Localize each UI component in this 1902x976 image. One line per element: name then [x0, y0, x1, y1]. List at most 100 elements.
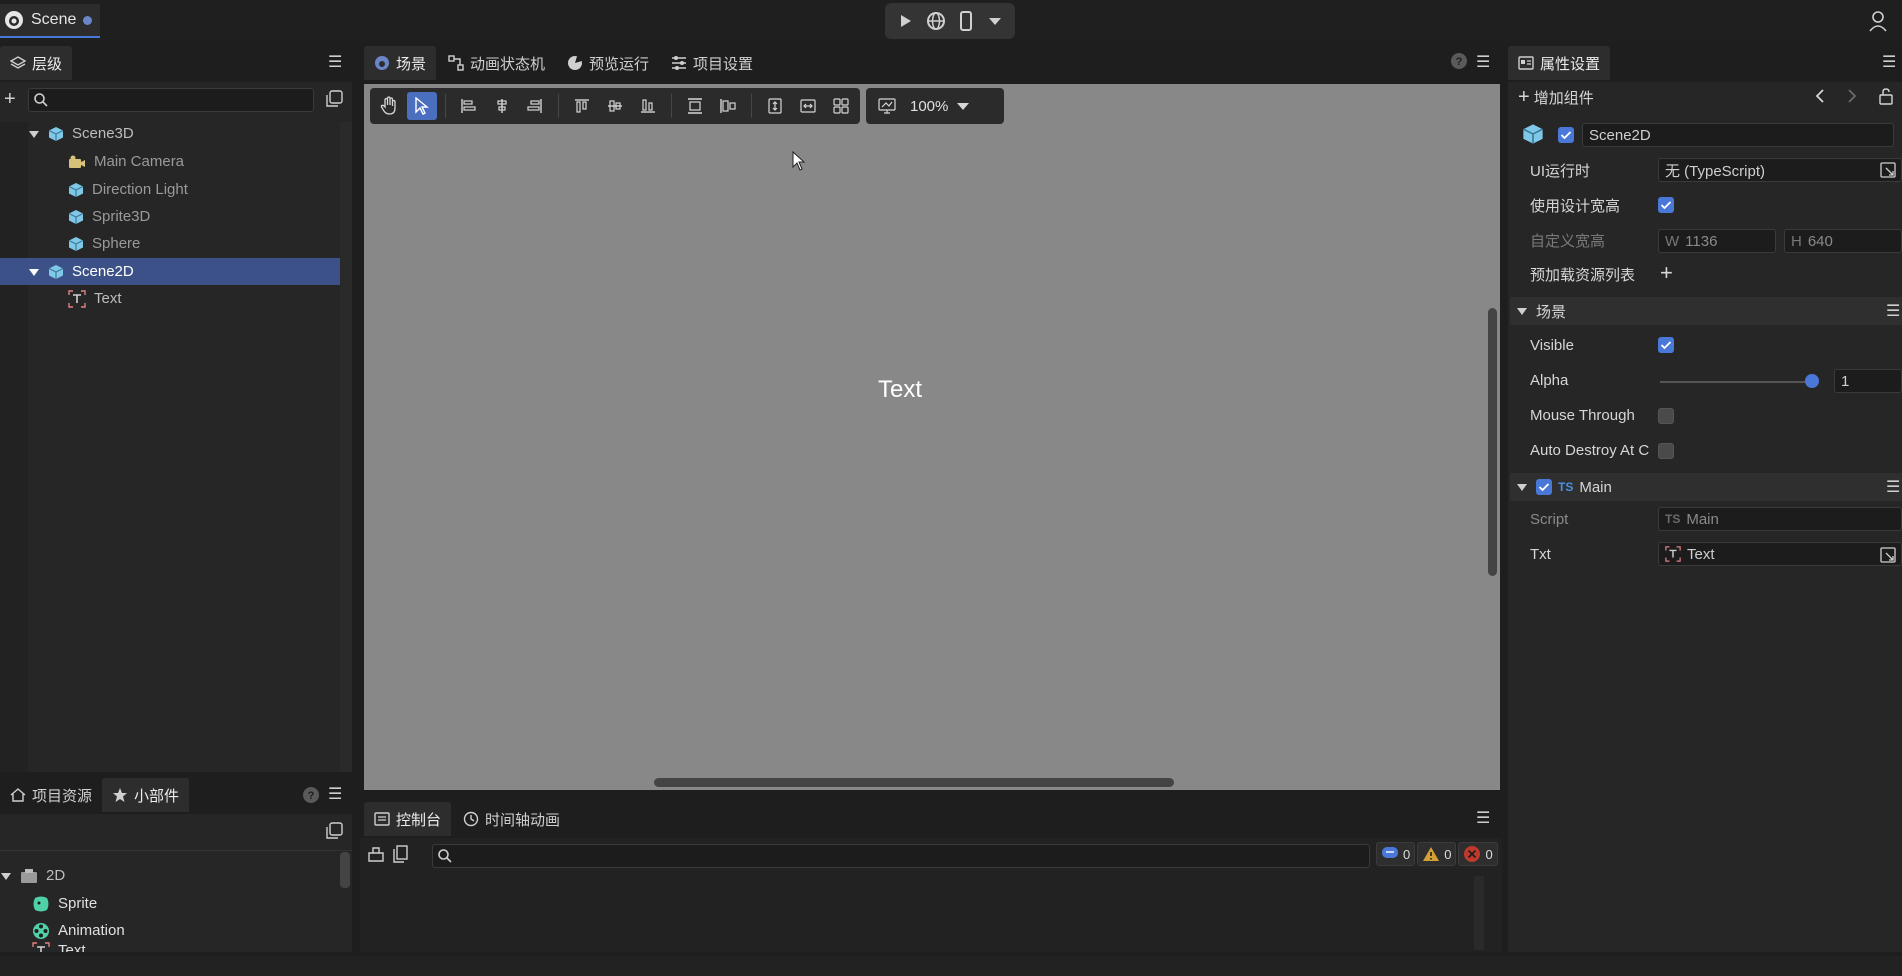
tab-hierarchy[interactable]: 层级	[0, 46, 73, 80]
run-options-chevron-icon[interactable]	[987, 15, 1003, 27]
main-script-enabled-checkbox[interactable]	[1536, 479, 1552, 495]
chevron-left-icon[interactable]	[1814, 88, 1826, 104]
add-component-button[interactable]: + 增加组件	[1518, 86, 1594, 109]
main-script-section-header[interactable]: TS Main ☰	[1510, 473, 1902, 501]
tab-timeline-animation[interactable]: 时间轴动画	[453, 802, 570, 836]
help-icon[interactable]: ?	[1450, 52, 1468, 70]
txt-field[interactable]: Text	[1658, 542, 1902, 566]
warning-filter-button[interactable]: 0	[1417, 842, 1457, 866]
tab-inspector[interactable]: 属性设置	[1508, 46, 1611, 80]
console-scrollbar[interactable]	[1474, 876, 1484, 950]
typescript-badge-icon: TS	[1665, 512, 1681, 526]
mouse-through-checkbox[interactable]	[1658, 408, 1674, 424]
tab-scene[interactable]: 场景	[364, 46, 437, 80]
auto-destroy-checkbox[interactable]	[1658, 443, 1674, 459]
copy-panel-icon[interactable]	[324, 821, 344, 841]
distribute-horizontal-button[interactable]	[713, 92, 742, 120]
help-icon[interactable]: ?	[302, 786, 320, 804]
height-input[interactable]: H 640	[1784, 229, 1902, 253]
tree-item-scene2d[interactable]: Scene2D	[0, 258, 340, 285]
text-node-icon	[1665, 546, 1681, 562]
tab-project-settings[interactable]: 项目设置	[661, 46, 763, 80]
add-node-icon[interactable]: +	[4, 88, 16, 111]
collapse-triangle-icon[interactable]	[1516, 305, 1528, 317]
zoom-chevron-down-icon[interactable]	[956, 101, 970, 111]
distribute-vertical-button[interactable]	[680, 92, 709, 120]
chevron-right-icon[interactable]	[1846, 88, 1858, 104]
lock-icon[interactable]	[1878, 87, 1894, 105]
editor-menu-icon[interactable]: ☰	[1476, 52, 1490, 72]
align-center-h-button[interactable]	[487, 92, 516, 120]
scene-viewport[interactable]	[364, 84, 1500, 790]
grid-icon[interactable]	[827, 92, 856, 120]
widget-group-2d[interactable]: 2D	[0, 862, 312, 889]
hand-tool-button[interactable]	[374, 92, 403, 120]
widget-sprite[interactable]: Sprite	[32, 890, 344, 917]
collapse-triangle-icon[interactable]	[28, 128, 40, 140]
node-enabled-checkbox[interactable]	[1558, 127, 1574, 143]
console-search-input[interactable]	[432, 844, 1370, 868]
tree-item-sprite3d[interactable]: Sprite3D	[68, 203, 340, 230]
clear-console-icon[interactable]	[366, 844, 386, 864]
hierarchy-scrollbar[interactable]	[340, 122, 352, 772]
copy-log-icon[interactable]	[392, 844, 410, 864]
tab-project-assets[interactable]: 项目资源	[0, 778, 102, 812]
scene-vertical-scrollbar[interactable]	[1488, 308, 1497, 576]
tree-item-direction-light[interactable]: Direction Light	[68, 176, 340, 203]
pick-target-icon[interactable]	[1880, 162, 1896, 178]
tree-item-sphere[interactable]: Sphere	[68, 230, 340, 257]
mobile-icon[interactable]	[958, 11, 974, 31]
align-top-button[interactable]	[567, 92, 596, 120]
widget-animation[interactable]: Animation	[32, 917, 344, 944]
align-left-button[interactable]	[454, 92, 483, 120]
monitor-icon[interactable]	[872, 92, 902, 120]
ui-runtime-field[interactable]: 无 (TypeScript)	[1658, 158, 1902, 182]
tree-item-scene3d[interactable]: Scene3D	[28, 120, 340, 147]
fit-height-button[interactable]	[760, 92, 789, 120]
align-middle-v-button[interactable]	[600, 92, 629, 120]
width-input[interactable]: W 1136	[1658, 229, 1776, 253]
globe-icon[interactable]	[926, 11, 946, 31]
node-name-input[interactable]: Scene2D	[1582, 123, 1894, 147]
pick-target-icon[interactable]	[1880, 547, 1896, 563]
scene-horizontal-scrollbar[interactable]	[654, 778, 1174, 787]
widgets-scrollbar[interactable]	[340, 852, 350, 888]
tree-item-text[interactable]: Text	[68, 285, 340, 312]
select-tool-button[interactable]	[407, 92, 437, 120]
zoom-select[interactable]: 100%	[910, 98, 948, 115]
info-filter-button[interactable]: 0	[1376, 842, 1416, 866]
svg-text:?: ?	[308, 790, 315, 802]
align-bottom-button[interactable]	[634, 92, 663, 120]
scene-file-tab[interactable]: Scene	[0, 4, 100, 38]
visible-checkbox[interactable]	[1658, 337, 1674, 353]
inspector-menu-icon[interactable]: ☰	[1882, 52, 1896, 72]
scene-text-node[interactable]: Text	[878, 376, 922, 404]
use-design-size-checkbox[interactable]	[1658, 197, 1674, 213]
hierarchy-search-input[interactable]	[28, 88, 314, 112]
fit-width-button[interactable]	[793, 92, 822, 120]
widget-text[interactable]: Text	[32, 942, 344, 952]
tree-item-main-camera[interactable]: Main Camera	[68, 148, 340, 175]
hierarchy-menu-icon[interactable]: ☰	[328, 52, 342, 72]
tab-preview-run[interactable]: 预览运行	[557, 46, 659, 80]
alpha-slider-track[interactable]	[1660, 381, 1812, 383]
section-menu-icon[interactable]: ☰	[1886, 301, 1900, 321]
scene-section-header[interactable]: 场景 ☰	[1510, 297, 1902, 325]
collapse-triangle-icon[interactable]	[1516, 481, 1528, 493]
alpha-slider-thumb[interactable]	[1805, 374, 1819, 388]
tab-console[interactable]: 控制台	[364, 802, 452, 836]
copy-panel-icon[interactable]	[324, 89, 344, 109]
play-icon[interactable]	[897, 13, 913, 29]
alpha-input[interactable]: 1	[1834, 369, 1902, 393]
collapse-triangle-icon[interactable]	[0, 870, 12, 882]
error-filter-button[interactable]: 0	[1458, 842, 1498, 866]
tab-animation-state-machine[interactable]: 动画状态机	[438, 46, 555, 80]
add-preload-icon[interactable]: +	[1660, 262, 1673, 284]
tab-widgets[interactable]: 小部件	[102, 778, 190, 812]
user-icon[interactable]	[1868, 10, 1888, 32]
align-right-button[interactable]	[521, 92, 550, 120]
console-menu-icon[interactable]: ☰	[1476, 808, 1490, 828]
section-menu-icon[interactable]: ☰	[1886, 477, 1900, 497]
widgets-menu-icon[interactable]: ☰	[328, 784, 342, 804]
collapse-triangle-icon[interactable]	[28, 266, 40, 278]
